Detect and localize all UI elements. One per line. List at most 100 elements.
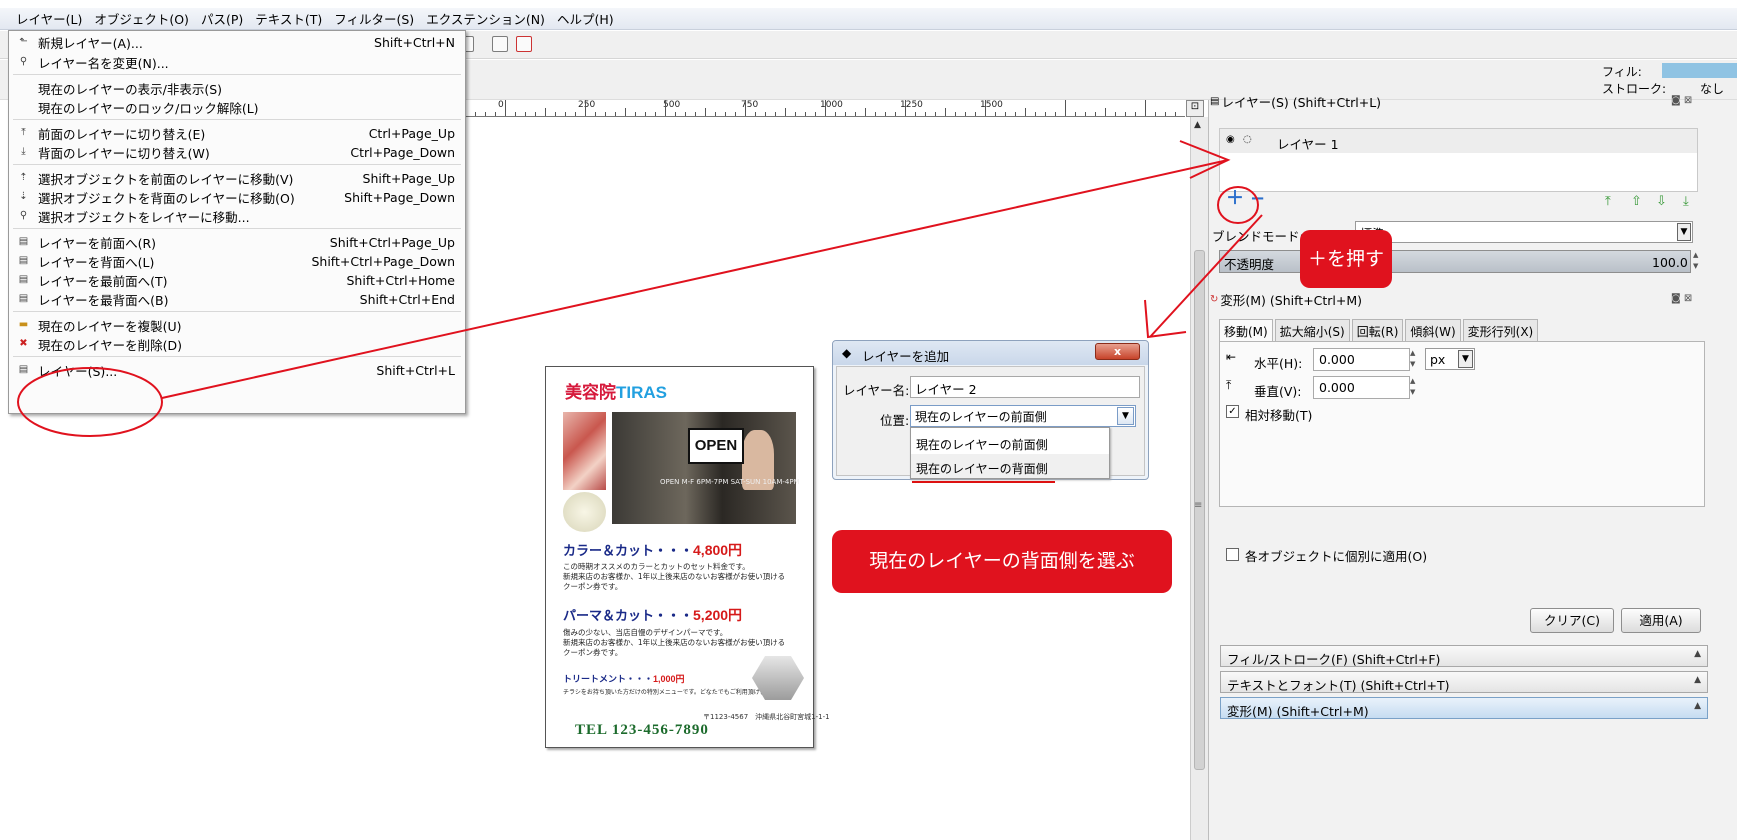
tab-move[interactable]: 移動(M): [1219, 319, 1273, 341]
menu-item-move-to-layer[interactable]: ⚲ 選択オブジェクトをレイヤーに移動...: [9, 206, 465, 226]
menu-item-layer-to-bottom[interactable]: ▤ レイヤーを最背面へ(B) Shift+Ctrl+End: [9, 289, 465, 309]
opacity-value[interactable]: 100.0: [1652, 255, 1688, 270]
menu-item-shortcut: Shift+Page_Up: [362, 170, 455, 186]
raise-to-top-icon[interactable]: ⤒: [1605, 194, 1611, 209]
menu-filter[interactable]: フィルター(S): [328, 9, 420, 28]
prefs-icon[interactable]: [492, 36, 508, 52]
menu-item-raise-layer[interactable]: ▤ レイヤーを前面へ(R) Shift+Ctrl+Page_Up: [9, 232, 465, 252]
price: 5,200円: [693, 607, 743, 623]
menu-item-duplicate-layer[interactable]: ▬ 現在のレイヤーを複製(U): [9, 315, 465, 335]
heading-text: パーマ＆カット・・・: [563, 608, 694, 623]
menu-item-label: レイヤーを最前面へ(T): [38, 273, 168, 289]
scroll-up-icon[interactable]: ▲: [1194, 120, 1201, 130]
tab-scale[interactable]: 拡大縮小(S): [1274, 319, 1350, 341]
ruler-tick: [805, 112, 806, 116]
position-option-above[interactable]: 現在のレイヤーの前面側: [916, 436, 1048, 453]
move-to-layer-icon: ⚲: [19, 210, 28, 221]
flyer-heading-perm-cut: パーマ＆カット・・・5,200円: [563, 605, 742, 625]
ruler-tick: [1075, 112, 1076, 116]
menu-item-switch-below[interactable]: ⤓ 背面のレイヤーに切り替え(W) Ctrl+Page_Down: [9, 142, 465, 162]
ruler-tick: [705, 108, 706, 116]
relative-move-checkbox[interactable]: ✓: [1226, 405, 1239, 418]
ruler-tick: [845, 112, 846, 116]
fill-swatch[interactable]: [1662, 63, 1737, 78]
panel-iconify-icon[interactable]: ◙ ⊠: [1671, 293, 1692, 304]
dialog-close-button[interactable]: x: [1095, 343, 1140, 360]
flower-image: [563, 412, 606, 490]
raise-icon[interactable]: ⇧: [1631, 194, 1642, 209]
tab-skew[interactable]: 傾斜(W): [1405, 319, 1461, 341]
menu-item-shortcut: Shift+Ctrl+Page_Up: [329, 234, 455, 250]
add-layer-plus-icon[interactable]: ＋: [1226, 190, 1244, 208]
menu-item-layers-dialog[interactable]: ▤ レイヤー(S)... Shift+Ctrl+L: [9, 360, 465, 380]
horizontal-spin-icon[interactable]: ▲ ▼: [1410, 348, 1420, 371]
menu-text[interactable]: テキスト(T): [249, 9, 328, 28]
ruler-corner-button[interactable]: ⊡: [1186, 100, 1204, 117]
horizontal-input[interactable]: 0.000: [1313, 348, 1410, 371]
transform-panel-tab[interactable]: 変形(M) (Shift+Ctrl+M) ▲: [1220, 697, 1708, 719]
horizontal-move-icon: ⇤: [1226, 350, 1237, 364]
back-side-callout: 現在のレイヤーの背面側を選ぶ: [832, 530, 1172, 593]
fill-stroke-panel-tab[interactable]: フィル/ストローク(F) (Shift+Ctrl+F) ▲: [1220, 645, 1708, 667]
stroke-value[interactable]: なし: [1700, 80, 1724, 97]
lower-icon[interactable]: ⇩: [1656, 194, 1667, 209]
menu-item-layer-to-top[interactable]: ▤ レイヤーを最前面へ(T) Shift+Ctrl+Home: [9, 270, 465, 290]
lower-to-bottom-icon[interactable]: ⤓: [1683, 194, 1689, 209]
remove-layer-minus-icon[interactable]: −: [1250, 190, 1265, 208]
menu-item-toggle-lock[interactable]: 現在のレイヤーのロック/ロック解除(L): [9, 97, 465, 117]
menu-item-move-selection-up[interactable]: ⇡ 選択オブジェクトを前面のレイヤーに移動(V) Shift+Page_Up: [9, 168, 465, 188]
new-layer-icon: ⬑: [19, 36, 28, 47]
text-font-panel-tab[interactable]: テキストとフォント(T) (Shift+Ctrl+T) ▲: [1220, 671, 1708, 693]
menu-item-move-selection-down[interactable]: ⇣ 選択オブジェクトを背面のレイヤーに移動(O) Shift+Page_Down: [9, 187, 465, 207]
ruler-tick: [855, 112, 856, 116]
vertical-spin-icon[interactable]: ▲ ▼: [1410, 376, 1420, 399]
layer-name-input[interactable]: レイヤー 2: [910, 376, 1140, 398]
lock-icon[interactable]: ◌: [1243, 134, 1252, 145]
delete-icon: ✖: [19, 338, 28, 349]
menu-item-delete-layer[interactable]: ✖ 現在のレイヤーを削除(D): [9, 334, 465, 354]
menu-item-new-layer[interactable]: ⬑ 新規レイヤー(A)... Shift+Ctrl+N: [9, 32, 465, 52]
menu-help[interactable]: ヘルプ(H): [551, 9, 620, 28]
menu-extension[interactable]: エクステンション(N): [420, 9, 551, 28]
ruler-tick: [1125, 112, 1126, 116]
tab-matrix[interactable]: 変形行列(X): [1462, 319, 1539, 341]
chevron-down-icon[interactable]: ▼: [1117, 407, 1134, 425]
vertical-input[interactable]: 0.000: [1313, 376, 1410, 399]
ruler-tick: [665, 100, 666, 116]
position-select[interactable]: 現在のレイヤーの前面側: [910, 405, 1136, 427]
menu-item-switch-above[interactable]: ⤒ 前面のレイヤーに切り替え(E) Ctrl+Page_Up: [9, 123, 465, 143]
position-option-below[interactable]: 現在のレイヤーの背面側: [916, 460, 1048, 477]
tab-rotate[interactable]: 回転(R): [1351, 319, 1404, 341]
eye-icon[interactable]: ◉: [1226, 134, 1235, 145]
opacity-slider[interactable]: [1219, 250, 1691, 273]
panel-tab-label: フィル/ストローク(F) (Shift+Ctrl+F): [1227, 652, 1441, 667]
apply-each-label: 各オブジェクトに個別に適用(O): [1245, 549, 1428, 564]
chevron-down-icon[interactable]: ▼: [1677, 223, 1691, 241]
ruler-tick: [495, 112, 496, 116]
ruler-tick: [735, 112, 736, 116]
menu-layer[interactable]: レイヤー(L): [10, 9, 88, 28]
layers-panel-header[interactable]: ▤ レイヤー(S) (Shift+Ctrl+L): [1210, 90, 1694, 112]
menu-item-label: 選択オブジェクトを前面のレイヤーに移動(V): [38, 171, 294, 187]
menu-item-label: 現在のレイヤーの表示/非表示(S): [38, 81, 223, 97]
apply-each-checkbox[interactable]: [1226, 548, 1239, 561]
chevron-down-icon[interactable]: ▼: [1458, 350, 1473, 368]
blend-mode-select[interactable]: 標準: [1355, 221, 1693, 243]
menu-item-label: 選択オブジェクトを背面のレイヤーに移動(O): [38, 190, 295, 206]
vertical-move-icon: ⤒: [1226, 378, 1232, 392]
menu-item-toggle-visibility[interactable]: 現在のレイヤーの表示/非表示(S): [9, 78, 465, 98]
blend-mode-label: ブレンドモード:: [1212, 229, 1304, 244]
close-doc-icon[interactable]: [516, 36, 532, 52]
menu-item-lower-layer[interactable]: ▤ レイヤーを背面へ(L) Shift+Ctrl+Page_Down: [9, 251, 465, 271]
clear-button[interactable]: クリア(C): [1530, 608, 1614, 633]
apply-button[interactable]: 適用(A): [1621, 608, 1701, 633]
panel-iconify-icon[interactable]: ◙ ⊠: [1671, 95, 1692, 106]
transform-panel-header[interactable]: ↻ 変形(M) (Shift+Ctrl+M): [1210, 288, 1694, 310]
layer-name[interactable]: レイヤー 1: [1277, 134, 1339, 153]
dialog-title: レイヤーを追加: [862, 349, 950, 364]
menu-item-rename-layer[interactable]: ⚲ レイヤー名を変更(N)...: [9, 52, 465, 72]
menu-path[interactable]: パス(P): [195, 9, 249, 28]
ruler-tick: [1005, 112, 1006, 116]
opacity-spin-icon[interactable]: ▲ ▼: [1693, 250, 1702, 274]
menu-object[interactable]: オブジェクト(O): [88, 9, 195, 28]
